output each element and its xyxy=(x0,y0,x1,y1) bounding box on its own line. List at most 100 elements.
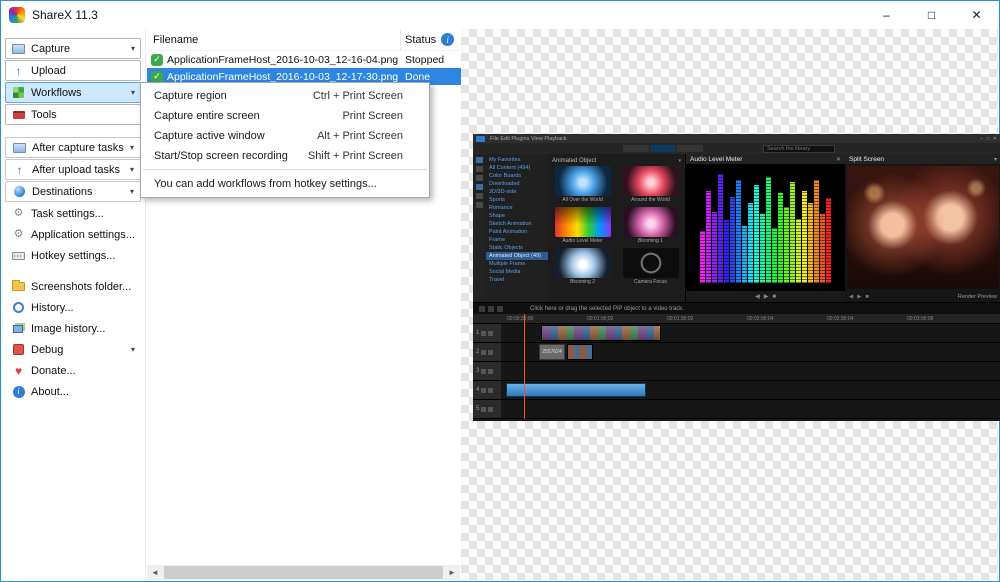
menu-item-capture-region[interactable]: Capture region Ctrl + Print Screen xyxy=(141,86,429,106)
track-enable-icon[interactable] xyxy=(481,407,486,412)
tree-item[interactable]: Paint Animation xyxy=(486,228,548,236)
ruler-label: 00:01:00;02 xyxy=(587,316,613,322)
tree-item[interactable]: Travel xyxy=(486,276,548,284)
lock-icon[interactable] xyxy=(488,331,493,336)
horizontal-scrollbar[interactable]: ◄ ► xyxy=(147,565,460,580)
tree-item[interactable]: Frame xyxy=(486,236,548,244)
lock-icon[interactable] xyxy=(488,369,493,374)
file-row[interactable]: ✓ ApplicationFrameHost_2016-10-03_12-16-… xyxy=(147,51,461,68)
timeline-track[interactable]: 5 xyxy=(473,400,1000,419)
track-enable-icon[interactable] xyxy=(481,350,486,355)
track-body[interactable] xyxy=(501,324,1000,342)
tree-item[interactable]: Sports xyxy=(486,196,548,204)
equalizer-bar xyxy=(760,214,765,283)
tree-item[interactable]: Romance xyxy=(486,204,548,212)
titlebar[interactable]: ShareX 11.3 – □ ✕ xyxy=(1,1,999,29)
track-enable-icon[interactable] xyxy=(481,369,486,374)
column-header-filename[interactable]: Filename xyxy=(147,29,401,50)
play-icon[interactable]: ▶ xyxy=(764,293,769,300)
sidebar-item-after-capture-tasks[interactable]: After capture tasks ▾ xyxy=(5,137,141,158)
tree-item[interactable]: Multiple Frame xyxy=(486,260,548,268)
tree-item[interactable]: Downloaded xyxy=(486,180,548,188)
menu-item-capture-entire-screen[interactable]: Capture entire screen Print Screen xyxy=(141,106,429,126)
sidebar-button-workflows[interactable]: Workflows ▾ xyxy=(5,82,141,103)
template-thumbnail[interactable]: Audio Level Meter xyxy=(550,207,615,244)
stop-icon[interactable]: ■ xyxy=(865,294,868,300)
track-header[interactable]: 1 xyxy=(473,324,501,342)
template-thumbnail[interactable]: All Over the World xyxy=(550,166,615,203)
sidebar-button-upload[interactable]: ↑ Upload xyxy=(5,60,141,81)
tree-item[interactable]: Social Media xyxy=(486,268,548,276)
template-thumbnail[interactable]: Camera Focus xyxy=(618,248,683,285)
play-icon[interactable]: ▶ xyxy=(857,294,861,300)
item-label: Image history... xyxy=(31,323,135,335)
track-body[interactable] xyxy=(501,381,1000,399)
tree-item[interactable]: Animated Object (49) xyxy=(486,252,548,260)
track-number: 2 xyxy=(476,349,479,355)
sidebar-item-about[interactable]: i About... xyxy=(5,381,141,402)
track-body[interactable] xyxy=(501,362,1000,380)
template-thumbnail[interactable]: Blooming 1 xyxy=(618,207,683,244)
maximize-button[interactable]: □ xyxy=(909,1,954,29)
tree-item[interactable]: Shape xyxy=(486,212,548,220)
sidebar-item-hotkey-settings[interactable]: Hotkey settings... xyxy=(5,245,141,266)
tree-item[interactable]: Sketch Animation xyxy=(486,220,548,228)
track-header[interactable]: 4 xyxy=(473,381,501,399)
tree-item[interactable]: Static Objects xyxy=(486,244,548,252)
sidebar-item-donate[interactable]: ♥ Donate... xyxy=(5,360,141,381)
sidebar-item-after-upload-tasks[interactable]: ↑ After upload tasks ▾ xyxy=(5,159,141,180)
video-clip[interactable] xyxy=(567,344,593,360)
track-body[interactable]: 2557624 xyxy=(501,343,1000,361)
stop-icon[interactable]: ■ xyxy=(772,294,776,300)
tree-item[interactable]: Color Boards xyxy=(486,172,548,180)
sidebar-item-task-settings[interactable]: ⚙ Task settings... xyxy=(5,203,141,224)
sidebar-item-history[interactable]: History... xyxy=(5,297,141,318)
preview-panel: File Edit Plugins View Playback – □ ✕ Se… xyxy=(461,29,998,580)
track-body[interactable] xyxy=(501,400,1000,418)
video-clip[interactable] xyxy=(541,325,661,341)
playhead[interactable] xyxy=(524,314,525,419)
scroll-right-icon[interactable]: ► xyxy=(444,568,460,577)
timeline-track[interactable]: 3 xyxy=(473,362,1000,381)
info-icon[interactable]: i xyxy=(441,33,454,46)
track-enable-icon[interactable] xyxy=(481,331,486,336)
prev-icon[interactable]: ◀ xyxy=(755,293,760,300)
sidebar-item-image-history[interactable]: Image history... xyxy=(5,318,141,339)
scrollbar-thumb[interactable] xyxy=(164,566,443,579)
timeline-track[interactable]: 2 2557624 xyxy=(473,343,1000,362)
track-header[interactable]: 5 xyxy=(473,400,501,418)
template-thumbnail[interactable]: Around the World xyxy=(618,166,683,203)
track-header[interactable]: 2 xyxy=(473,343,501,361)
prev-icon[interactable]: ◀ xyxy=(849,294,853,300)
library-category[interactable]: Animated Object ▾ xyxy=(550,156,683,165)
equalizer-bar xyxy=(724,220,729,283)
timeline-track[interactable]: 1 xyxy=(473,324,1000,343)
sidebar-item-application-settings[interactable]: ⚙ Application settings... xyxy=(5,224,141,245)
close-button[interactable]: ✕ xyxy=(954,1,999,29)
lock-icon[interactable] xyxy=(488,350,493,355)
menu-item-screen-recording[interactable]: Start/Stop screen recording Shift + Prin… xyxy=(141,146,429,166)
render-preview-label[interactable]: Render Preview xyxy=(958,294,997,300)
sidebar-button-capture[interactable]: Capture ▾ xyxy=(5,38,141,59)
lock-icon[interactable] xyxy=(488,388,493,393)
track-header[interactable]: 3 xyxy=(473,362,501,380)
sidebar-item-debug[interactable]: Debug ▾ xyxy=(5,339,141,360)
timeline-track[interactable]: 4 xyxy=(473,381,1000,400)
sidebar-item-destinations[interactable]: Destinations ▾ xyxy=(5,181,141,202)
scroll-left-icon[interactable]: ◄ xyxy=(147,568,163,577)
column-header-status[interactable]: Status i xyxy=(401,29,461,50)
tree-item[interactable]: 2D/3D-side xyxy=(486,188,548,196)
tree-item[interactable]: My Favorites xyxy=(486,156,548,164)
minimize-button[interactable]: – xyxy=(864,1,909,29)
track-enable-icon[interactable] xyxy=(481,388,486,393)
lock-icon[interactable] xyxy=(488,407,493,412)
tree-item[interactable]: All Content (494) xyxy=(486,164,548,172)
sidebar-button-tools[interactable]: Tools xyxy=(5,104,141,125)
timeline-ruler[interactable]: 00:00:30;0000:01:00;0200:01:30;0200:02:0… xyxy=(473,314,1000,324)
template-thumbnail[interactable]: Blooming 2 xyxy=(550,248,615,285)
dragged-clip[interactable]: 2557624 xyxy=(539,344,565,360)
menu-item-capture-active-window[interactable]: Capture active window Alt + Print Screen xyxy=(141,126,429,146)
pip-object-clip[interactable] xyxy=(506,383,646,397)
menu-footer[interactable]: You can add workflows from hotkey settin… xyxy=(141,173,429,194)
sidebar-item-screenshots-folder[interactable]: Screenshots folder... xyxy=(5,276,141,297)
